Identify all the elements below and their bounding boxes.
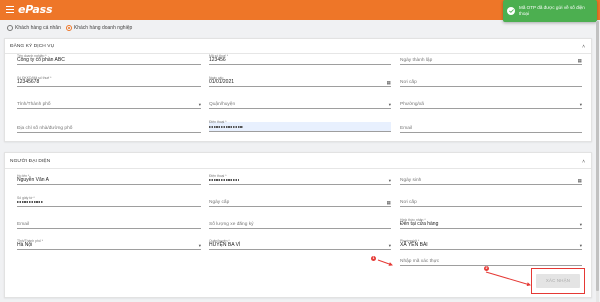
representative-title: NGƯỜI ĐẠI DIỆN	[10, 159, 51, 164]
id-issue-place-field[interactable]: Nơi cấp	[400, 198, 582, 207]
confirm-button[interactable]: XÁC NHẬN	[536, 274, 580, 288]
rep-name-field[interactable]: Họ tên * Nguyễn Văn A	[17, 174, 201, 185]
otp-field[interactable]: Nhập mã xác thực	[400, 256, 582, 266]
birth-date-field[interactable]: Ngày sinh ▦	[400, 176, 582, 185]
issue-date-field[interactable]: Ngày cấp 01/01/2021 ▦	[209, 76, 391, 87]
masked-phone-value	[209, 177, 239, 183]
dropdown-arrow-icon[interactable]: ▾	[580, 222, 582, 227]
registration-card: ĐĂNG KÝ DỊCH VỤ ˄ Tên doanh nghiệp * Côn…	[4, 38, 592, 142]
dropdown-arrow-icon[interactable]: ▾	[389, 243, 391, 248]
dropdown-arrow-icon[interactable]: ▾	[199, 243, 201, 248]
representative-divider	[5, 168, 591, 169]
issue-place-field[interactable]: Nơi cấp	[400, 78, 582, 87]
rep-phone-field[interactable]: Điện thoại * ▾	[209, 174, 391, 185]
dropdown-arrow-icon[interactable]: ▾	[389, 102, 391, 107]
calendar-icon[interactable]: ▦	[387, 200, 391, 205]
district-select[interactable]: Quận/huyện ▾	[209, 100, 391, 109]
dropdown-arrow-icon[interactable]: ▾	[389, 178, 391, 183]
founding-date-field[interactable]: Ngày thành lập ▦	[400, 56, 582, 65]
page-scrollbar[interactable]	[596, 21, 599, 302]
radio-personal[interactable]	[7, 25, 13, 31]
business-reg-field[interactable]: Số ĐKKD/Mã số thuế * 12345678	[17, 76, 201, 87]
toast-message: Mã OTP đã được gửi về số điện thoại	[519, 5, 585, 16]
tax-code-field[interactable]: Mã số thuế * 123456	[209, 54, 391, 65]
hamburger-menu-icon[interactable]	[6, 6, 14, 13]
otp-sent-toast: Mã OTP đã được gửi về số điện thoại	[503, 0, 597, 22]
confirm-highlight-box: XÁC NHẬN	[531, 268, 585, 294]
rep-district-select[interactable]: Quận/huyện * HUYỆN BA VÌ ▾	[209, 239, 391, 250]
collapse-chevron-icon[interactable]: ˄	[582, 159, 585, 165]
registration-title: ĐĂNG KÝ DỊCH VỤ	[10, 44, 55, 49]
vehicle-count-field[interactable]: Số lượng xe đăng ký	[209, 220, 391, 229]
dropdown-arrow-icon[interactable]: ▾	[580, 102, 582, 107]
province-select[interactable]: Tỉnh/Thành phố ▾	[17, 100, 201, 109]
calendar-icon[interactable]: ▦	[578, 58, 582, 63]
check-circle-icon	[507, 7, 515, 15]
masked-id-value	[17, 199, 43, 205]
id-issue-date-field[interactable]: Ngày cấp ▦	[209, 198, 391, 207]
representative-card: NGƯỜI ĐẠI DIỆN ˄ Họ tên * Nguyễn Văn A Đ…	[4, 152, 592, 298]
rep-province-select[interactable]: Tỉnh/Thành phố * Hà Nội ▾	[17, 239, 201, 250]
company-name-field[interactable]: Tên doanh nghiệp * Công ty cổ phần ABC	[17, 54, 201, 65]
id-number-field[interactable]: Số giấy tờ *	[17, 196, 201, 207]
address-field[interactable]: Địa chỉ số nhà/đường phố	[17, 124, 201, 133]
radio-business[interactable]	[65, 25, 72, 31]
rep-ward-select[interactable]: Phường/xã * XÃ YÊN BÀI ▾	[400, 239, 582, 250]
registration-divider	[5, 53, 591, 54]
masked-phone-value	[209, 124, 243, 130]
receive-method-select[interactable]: Hình thức nhận * Đến tại cửa hàng ▾	[400, 218, 582, 229]
calendar-icon[interactable]: ▦	[387, 80, 391, 85]
scrollbar-thumb[interactable]	[596, 21, 599, 291]
company-phone-field[interactable]: Điện thoại *	[209, 120, 391, 132]
customer-type-group: Khách hàng cá nhân Khách hàng doanh nghi…	[7, 24, 137, 32]
step-1-marker: 1	[371, 256, 376, 261]
radio-business-label[interactable]: Khách hàng doanh nghiệp	[74, 25, 132, 31]
company-email-field[interactable]: Email	[400, 124, 582, 133]
step-2-marker: 2	[484, 266, 489, 271]
collapse-chevron-icon[interactable]: ˄	[582, 44, 585, 50]
dropdown-arrow-icon[interactable]: ▾	[580, 243, 582, 248]
radio-personal-label[interactable]: Khách hàng cá nhân	[15, 25, 61, 31]
dropdown-arrow-icon[interactable]: ▾	[199, 102, 201, 107]
ward-select[interactable]: Phường/xã ▾	[400, 100, 582, 109]
calendar-icon[interactable]: ▦	[578, 178, 582, 183]
brand-logo: ePass	[18, 3, 53, 16]
rep-email-field[interactable]: Email	[17, 220, 201, 229]
